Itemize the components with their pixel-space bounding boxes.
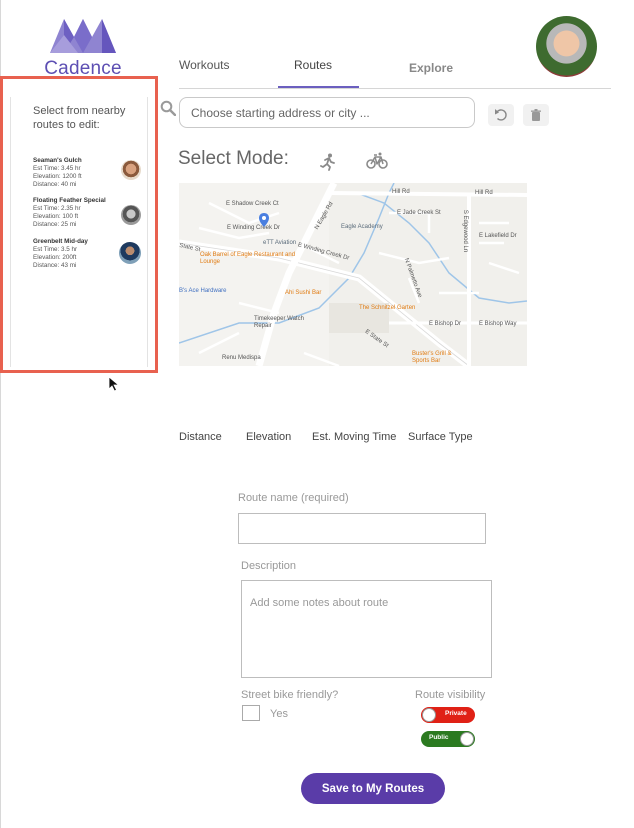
private-toggle[interactable]: Private — [421, 707, 475, 723]
map-label: E Bishop Way — [479, 321, 517, 327]
nearby-routes-panel: Select from nearby routes to edit: Seama… — [0, 76, 158, 373]
route-name-input[interactable] — [238, 513, 486, 544]
cadence-logo[interactable]: Cadence — [42, 15, 124, 79]
route-distance: Distance: 40 mi — [33, 181, 77, 188]
route-name-label: Route name (required) — [238, 492, 349, 504]
undo-icon — [495, 109, 507, 121]
description-textarea[interactable] — [241, 580, 492, 678]
panel-divider-right — [147, 97, 148, 367]
tab-workouts[interactable]: Workouts — [179, 58, 229, 72]
route-map[interactable]: Hill Rd Hill Rd E Shadow Creek Ct E Wind… — [179, 183, 527, 366]
undo-button[interactable] — [488, 104, 514, 126]
map-label: Hill Rd — [392, 189, 410, 195]
public-toggle[interactable]: Public — [421, 731, 475, 747]
delete-button[interactable] — [523, 104, 549, 126]
save-to-my-routes-button[interactable]: Save to My Routes — [301, 773, 445, 804]
stat-surface-type: Surface Type — [408, 431, 473, 443]
map-poi[interactable]: Renu Medispa — [222, 355, 261, 361]
starting-address-input[interactable] — [179, 97, 475, 128]
tab-explore[interactable]: Explore — [409, 61, 453, 75]
route-item-floating-feather[interactable]: Floating Feather Special Est Time: 2.35 … — [33, 197, 145, 233]
map-roads — [179, 183, 527, 366]
map-poi[interactable]: Timekeeper Watch Repair — [254, 316, 314, 330]
mouse-cursor-icon — [108, 376, 120, 392]
private-toggle-label: Private — [445, 710, 467, 717]
map-label: S Edgewood Ln — [462, 209, 469, 253]
map-label: E Bishop Dr — [429, 321, 462, 327]
map-label: E Winding Creek Dr — [227, 225, 281, 231]
yes-label: Yes — [270, 708, 288, 720]
toggle-knob — [460, 732, 474, 746]
stat-elevation: Elevation — [246, 431, 292, 443]
map-poi[interactable]: Buster's Grill & Sports Bar — [412, 351, 467, 365]
map-poi[interactable]: Ahi Sushi Bar — [285, 290, 321, 296]
map-poi[interactable]: B's Ace Hardware — [179, 288, 227, 294]
panel-divider-left — [10, 97, 11, 367]
route-name: Floating Feather Special — [33, 197, 106, 204]
map-pin-icon[interactable] — [259, 213, 269, 227]
run-icon[interactable] — [319, 153, 337, 171]
map-label: E Shadow Creek Ct — [226, 201, 279, 207]
bike-icon[interactable] — [366, 152, 388, 170]
public-toggle-label: Public — [429, 734, 449, 741]
user-avatar[interactable] — [536, 16, 597, 77]
map-poi[interactable]: The Schnitzel Garten — [359, 305, 415, 311]
panel-title: Select from nearby routes to edit: — [33, 105, 126, 131]
bike-friendly-checkbox[interactable] — [242, 705, 260, 721]
map-poi[interactable]: Oak Barrel of Eagle Restaurant and Loung… — [200, 252, 300, 266]
logo-mark-icon — [50, 19, 116, 53]
trash-icon — [531, 109, 541, 121]
route-item-seamans-gulch[interactable]: Seaman's Gulch Est Time: 3.45 hr Elevati… — [33, 157, 145, 193]
search-icon — [160, 100, 176, 116]
route-avatar — [119, 242, 141, 264]
visibility-label: Route visibility — [415, 689, 486, 701]
nav-divider — [179, 88, 611, 89]
select-mode-label: Select Mode: — [178, 148, 289, 169]
map-poi[interactable]: Eagle Academy — [341, 224, 383, 230]
description-label: Description — [241, 560, 297, 572]
tab-routes[interactable]: Routes — [294, 58, 332, 72]
map-label: Hill Rd — [475, 190, 493, 196]
stat-distance: Distance — [179, 431, 222, 443]
route-item-greenbelt[interactable]: Greenbelt Mid-day Est Time: 3.5 hr Eleva… — [33, 238, 145, 274]
stat-moving-time: Est. Moving Time — [312, 431, 397, 443]
route-avatar — [121, 205, 141, 225]
toggle-knob — [422, 708, 436, 722]
route-avatar — [121, 160, 141, 180]
map-label: E Lakefield Dr — [479, 233, 517, 239]
map-label: E Jade Creek St — [397, 210, 441, 216]
bike-friendly-label: Street bike friendly? — [241, 689, 339, 701]
map-poi[interactable]: eTT Aviation — [263, 240, 296, 246]
